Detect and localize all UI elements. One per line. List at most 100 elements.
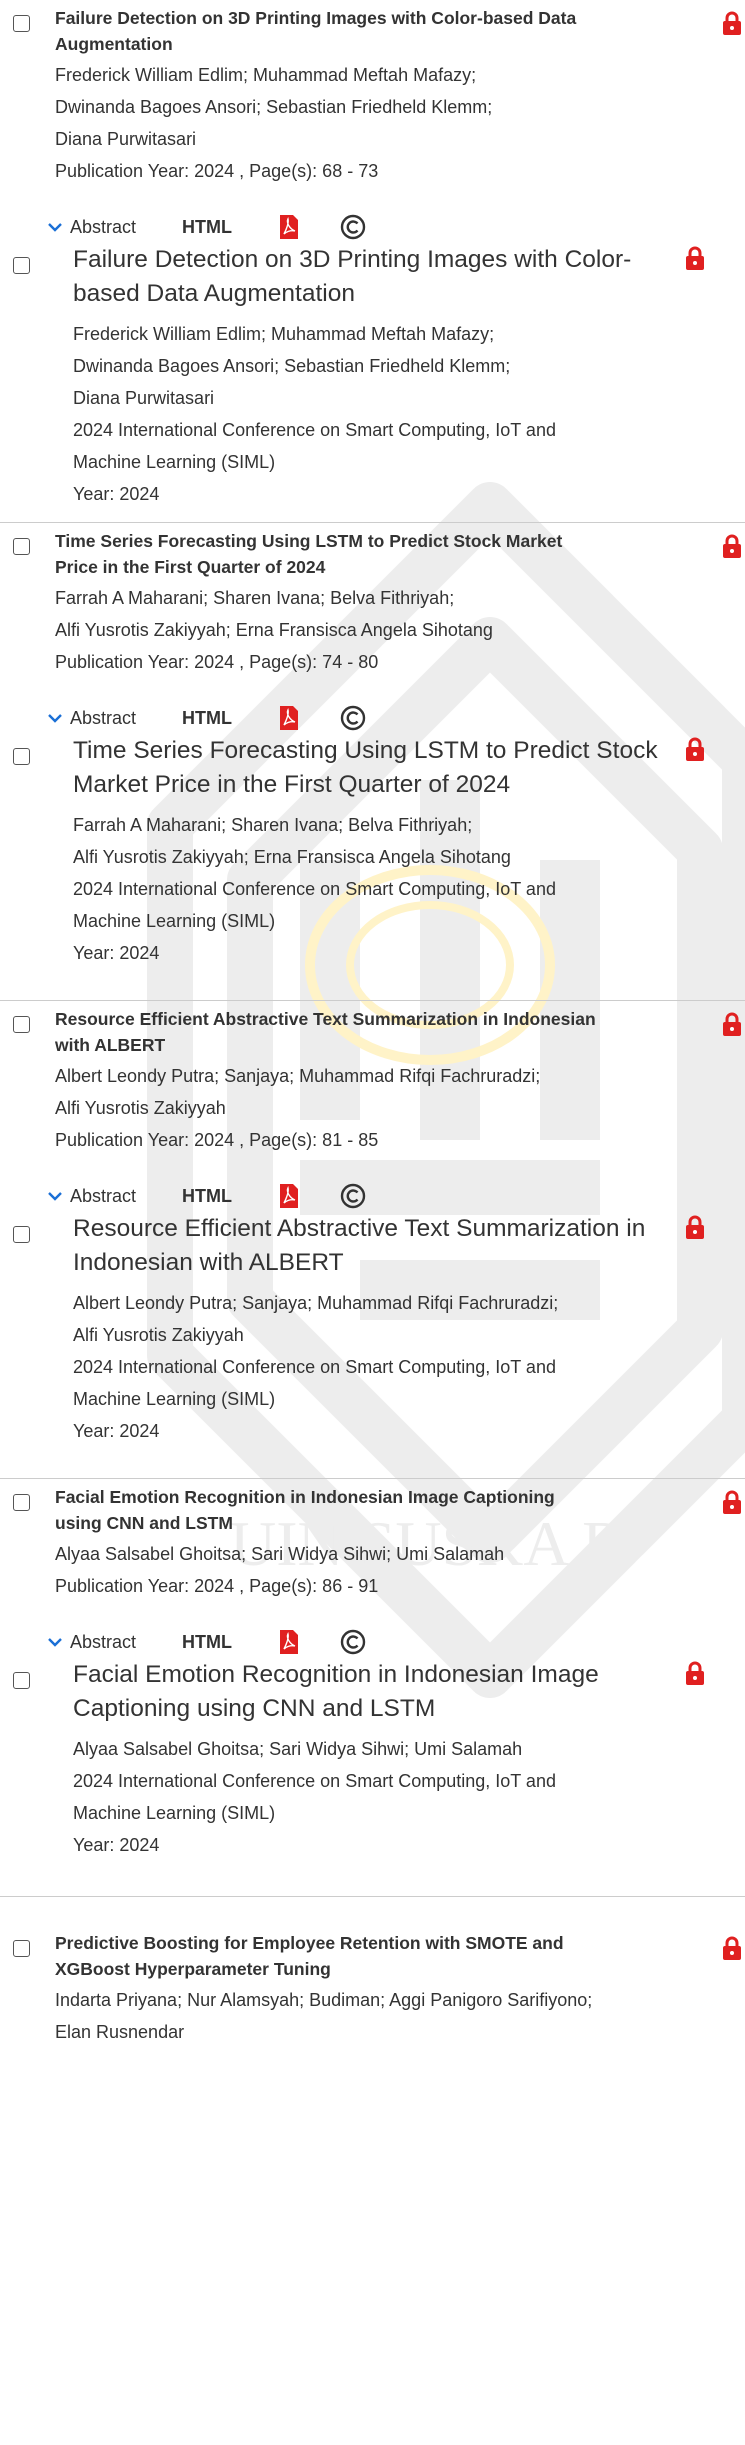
full-title-line: Failure Detection on 3D Printing Images … (73, 246, 632, 273)
authors-line[interactable]: Alyaa Salsabel Ghoitsa; Sari Widya Sihwi… (55, 1538, 504, 1570)
divider (0, 1896, 745, 1897)
lock-icon[interactable] (721, 533, 743, 559)
checkbox-icon[interactable] (13, 1672, 30, 1689)
chevron-down-icon[interactable] (48, 713, 62, 723)
authors-line[interactable]: Dwinanda Bagoes Ansori; Sebastian Friedh… (55, 91, 492, 123)
title-line: Augmentation (55, 34, 173, 54)
publication-info: Publication Year: 2024 , Page(s): 86 - 9… (55, 1576, 379, 1596)
authors-line[interactable]: Alfi Yusrotis Zakiyyah (55, 1092, 226, 1124)
authors-line[interactable]: Farrah A Maharani; Sharen Ivana; Belva F… (73, 809, 472, 841)
checkbox-icon[interactable] (13, 1494, 30, 1511)
publication-info: Publication Year: 2024 , Page(s): 81 - 8… (55, 1130, 379, 1150)
result-entry: Failure Detection on 3D Printing Images … (0, 0, 745, 520)
chevron-down-icon[interactable] (48, 1191, 62, 1201)
result-title-link[interactable]: Time Series Forecasting Using LSTM to Pr… (55, 528, 695, 580)
lock-icon[interactable] (721, 10, 743, 36)
checkbox-icon[interactable] (13, 15, 30, 32)
chevron-down-icon[interactable] (48, 1637, 62, 1647)
full-title-line: based Data Augmentation (73, 280, 355, 307)
result-title-link[interactable]: Predictive Boosting for Employee Retenti… (55, 1930, 695, 1982)
action-row: Abstract HTML (48, 213, 366, 241)
year-line: Year: 2024 (73, 1421, 160, 1441)
authors-line[interactable]: Albert Leondy Putra; Sanjaya; Muhammad R… (55, 1060, 540, 1092)
conference-line[interactable]: Machine Learning (SIML) (73, 905, 275, 937)
lock-icon[interactable] (721, 1489, 743, 1515)
full-title-link[interactable]: Failure Detection on 3D Printing Images … (73, 243, 683, 311)
divider (0, 1478, 745, 1479)
authors-line[interactable]: Frederick William Edlim; Muhammad Meftah… (55, 59, 476, 91)
copyright-icon[interactable] (340, 1183, 366, 1209)
full-title-link[interactable]: Facial Emotion Recognition in Indonesian… (73, 1658, 683, 1726)
copyright-icon[interactable] (340, 1629, 366, 1655)
authors-line[interactable]: Alfi Yusrotis Zakiyyah; Erna Fransisca A… (55, 614, 493, 646)
pdf-icon[interactable] (278, 1629, 300, 1655)
lock-icon[interactable] (684, 1214, 706, 1240)
conference-line[interactable]: 2024 International Conference on Smart C… (73, 1765, 556, 1797)
authors-line[interactable]: Farrah A Maharani; Sharen Ivana; Belva F… (55, 582, 454, 614)
authors-line[interactable]: Alfi Yusrotis Zakiyyah; Erna Fransisca A… (73, 841, 511, 873)
full-title-link[interactable]: Time Series Forecasting Using LSTM to Pr… (73, 734, 683, 802)
authors-line[interactable]: Frederick William Edlim; Muhammad Meftah… (73, 318, 494, 350)
divider (0, 1000, 745, 1001)
checkbox-icon[interactable] (13, 1016, 30, 1033)
lock-icon[interactable] (684, 1660, 706, 1686)
html-link[interactable]: HTML (182, 708, 232, 729)
lock-icon[interactable] (721, 1935, 743, 1961)
authors-line[interactable]: Diana Purwitasari (73, 382, 214, 414)
result-title-link[interactable]: Resource Efficient Abstractive Text Summ… (55, 1006, 695, 1058)
html-link[interactable]: HTML (182, 217, 232, 238)
authors-line[interactable]: Alfi Yusrotis Zakiyyah (73, 1319, 244, 1351)
title-line: Time Series Forecasting Using LSTM to Pr… (55, 531, 563, 551)
abstract-toggle[interactable]: Abstract (70, 708, 136, 729)
conference-line[interactable]: Machine Learning (SIML) (73, 446, 275, 478)
title-line: Predictive Boosting for Employee Retenti… (55, 1933, 564, 1953)
authors-line[interactable]: Indarta Priyana; Nur Alamsyah; Budiman; … (55, 1984, 592, 2016)
pdf-icon[interactable] (278, 214, 300, 240)
html-link[interactable]: HTML (182, 1632, 232, 1653)
authors-line[interactable]: Dwinanda Bagoes Ansori; Sebastian Friedh… (73, 350, 510, 382)
authors-line[interactable]: Alyaa Salsabel Ghoitsa; Sari Widya Sihwi… (73, 1733, 522, 1765)
action-row: Abstract HTML (48, 1182, 366, 1210)
result-entry: Resource Efficient Abstractive Text Summ… (0, 1001, 745, 1521)
checkbox-icon[interactable] (13, 748, 30, 765)
abstract-toggle[interactable]: Abstract (70, 217, 136, 238)
lock-icon[interactable] (684, 736, 706, 762)
conference-line[interactable]: 2024 International Conference on Smart C… (73, 873, 556, 905)
pdf-icon[interactable] (278, 1183, 300, 1209)
full-title-line: Market Price in the First Quarter of 202… (73, 771, 511, 798)
html-link[interactable]: HTML (182, 1186, 232, 1207)
pdf-icon[interactable] (278, 705, 300, 731)
copyright-icon[interactable] (340, 705, 366, 731)
title-line: Price in the First Quarter of 2024 (55, 557, 326, 577)
checkbox-icon[interactable] (13, 257, 30, 274)
result-entry: Time Series Forecasting Using LSTM to Pr… (0, 523, 745, 1043)
checkbox-icon[interactable] (13, 538, 30, 555)
authors-line[interactable]: Diana Purwitasari (55, 123, 196, 155)
year-line: Year: 2024 (73, 943, 160, 963)
conference-line[interactable]: Machine Learning (SIML) (73, 1797, 275, 1829)
authors-line[interactable]: Elan Rusnendar (55, 2016, 184, 2048)
result-entry: Facial Emotion Recognition in Indonesian… (0, 1479, 745, 1999)
abstract-toggle[interactable]: Abstract (70, 1632, 136, 1653)
title-line: XGBoost Hyperparameter Tuning (55, 1959, 331, 1979)
copyright-icon[interactable] (340, 214, 366, 240)
result-title-link[interactable]: Failure Detection on 3D Printing Images … (55, 5, 695, 57)
checkbox-icon[interactable] (13, 1226, 30, 1243)
conference-line[interactable]: 2024 International Conference on Smart C… (73, 1351, 556, 1383)
abstract-toggle[interactable]: Abstract (70, 1186, 136, 1207)
checkbox-icon[interactable] (13, 1940, 30, 1957)
lock-icon[interactable] (684, 245, 706, 271)
chevron-down-icon[interactable] (48, 222, 62, 232)
full-title-link[interactable]: Resource Efficient Abstractive Text Summ… (73, 1212, 683, 1280)
full-title-line: Captioning using CNN and LSTM (73, 1695, 436, 1722)
full-title-line: Indonesian with ALBERT (73, 1249, 344, 1276)
conference-line[interactable]: Machine Learning (SIML) (73, 1383, 275, 1415)
result-title-link[interactable]: Facial Emotion Recognition in Indonesian… (55, 1484, 695, 1536)
conference-line[interactable]: 2024 International Conference on Smart C… (73, 414, 556, 446)
result-entry: Predictive Boosting for Employee Retenti… (0, 1925, 745, 2445)
divider (0, 522, 745, 523)
authors-line[interactable]: Albert Leondy Putra; Sanjaya; Muhammad R… (73, 1287, 558, 1319)
title-line: Failure Detection on 3D Printing Images … (55, 8, 577, 28)
publication-info: Publication Year: 2024 , Page(s): 68 - 7… (55, 161, 379, 181)
lock-icon[interactable] (721, 1011, 743, 1037)
